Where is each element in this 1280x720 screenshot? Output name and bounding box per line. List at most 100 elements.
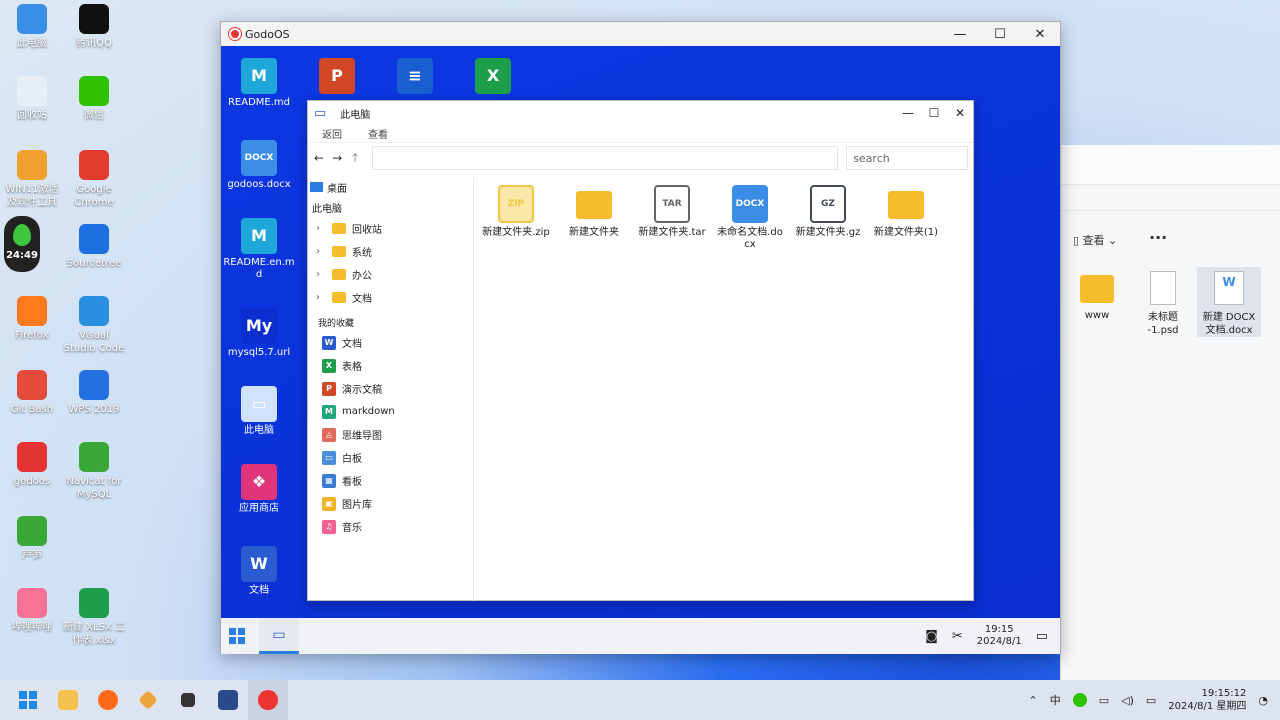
terminal-taskbar-icon[interactable] bbox=[208, 680, 248, 720]
desktop-icon-label: 腾讯QQ bbox=[76, 38, 112, 49]
folder-icon bbox=[332, 223, 346, 234]
file-item-2[interactable]: TAR 新建文件夹.tar bbox=[634, 185, 710, 239]
sidebar-folder-2[interactable]: › 办公 bbox=[308, 263, 473, 286]
explorer-maximize-button[interactable]: ☐ bbox=[921, 106, 947, 120]
favorite-icon: X bbox=[322, 358, 336, 373]
godo-desktop-icon-4[interactable]: DOCX godoos.docx bbox=[223, 140, 295, 191]
back-arrow-icon[interactable]: ← bbox=[314, 151, 324, 165]
chevron-right-icon[interactable]: › bbox=[316, 269, 332, 280]
godo-desktop-icon-6[interactable]: My mysql5.7.url bbox=[223, 308, 295, 359]
app-taskbar-icon[interactable] bbox=[168, 680, 208, 720]
desktop-icon-8[interactable]: Visual Studio Code bbox=[58, 296, 130, 355]
explorer-titlebar[interactable]: ▭ 此电脑 — ☐ ✕ bbox=[308, 101, 973, 125]
godoos-titlebar[interactable]: GodoOS — ☐ ✕ bbox=[221, 22, 1060, 46]
sidebar-folder-1[interactable]: › 系统 bbox=[308, 240, 473, 263]
godo-desktop-icon-5[interactable]: M README.en.m d bbox=[223, 218, 295, 281]
desktop-icon-label: 微信 bbox=[84, 110, 104, 121]
desktop-icon-10[interactable]: WPS 2019 bbox=[58, 370, 130, 416]
godo-icon-label: 应用商店 bbox=[239, 503, 279, 514]
file-item-3[interactable]: DOCX 未命名文档.do cx bbox=[712, 185, 788, 251]
favorite-item-1[interactable]: X 表格 bbox=[308, 354, 473, 377]
folder-icon bbox=[332, 246, 346, 257]
forward-arrow-icon[interactable]: → bbox=[332, 151, 342, 165]
wechat-tray-icon[interactable] bbox=[1072, 693, 1087, 707]
favorite-item-6[interactable]: ▦ 看板 bbox=[308, 469, 473, 492]
favorite-label: 图片库 bbox=[342, 500, 372, 511]
desktop-icon-label: Visual Studio Code bbox=[63, 330, 125, 354]
sidebar-item-desktop[interactable]: 桌面 bbox=[308, 177, 473, 197]
up-arrow-icon[interactable]: ↑ bbox=[350, 151, 360, 165]
godo-desktop-icon-1[interactable]: P bbox=[301, 58, 373, 97]
clock-widget[interactable]: 24:49 bbox=[4, 216, 40, 272]
chevron-right-icon[interactable]: › bbox=[316, 246, 332, 257]
file-item-5[interactable]: 新建文件夹(1) bbox=[868, 185, 944, 239]
scissors-icon[interactable]: ✂ bbox=[952, 629, 963, 644]
sourcetree-icon bbox=[79, 224, 109, 254]
favorite-item-7[interactable]: ▣ 图片库 bbox=[308, 492, 473, 515]
file-item-0[interactable]: ZIP 新建文件夹.zip bbox=[478, 185, 554, 239]
godoos-taskbar-icon[interactable] bbox=[248, 680, 288, 720]
maximize-button[interactable]: ☐ bbox=[980, 27, 1020, 42]
file-item-4[interactable]: GZ 新建文件夹.gz bbox=[790, 185, 866, 239]
volume-icon[interactable]: ◁) bbox=[1121, 694, 1134, 707]
network-icon[interactable]: ▭ bbox=[1099, 694, 1109, 707]
sidebar-folder-0[interactable]: › 回收站 bbox=[308, 217, 473, 240]
godo-desktop-icon-2[interactable]: ≡ bbox=[379, 58, 451, 97]
bg-file-www[interactable]: www bbox=[1065, 267, 1129, 322]
windows-start-button[interactable] bbox=[8, 680, 48, 720]
desktop-icon-12[interactable]: Navicat for MySQL bbox=[58, 442, 130, 501]
minimize-button[interactable]: — bbox=[940, 27, 980, 42]
godo-desktop-icon-7[interactable]: ▭ 此电脑 bbox=[223, 386, 295, 437]
explorer-close-button[interactable]: ✕ bbox=[947, 106, 973, 120]
chevron-right-icon[interactable]: › bbox=[316, 292, 332, 303]
notification-bell-icon[interactable]: ◔ bbox=[1258, 694, 1268, 707]
sidebar-item-pc[interactable]: 此电脑 bbox=[308, 197, 473, 217]
menu-view[interactable]: 查看 bbox=[368, 126, 388, 141]
desktop-icon-15[interactable]: 新建 XLSX 工 作表.xlsx bbox=[58, 588, 130, 647]
firefox-taskbar-icon[interactable] bbox=[88, 680, 128, 720]
chevron-up-icon[interactable]: ⌃ bbox=[1029, 694, 1038, 707]
app-icon: W bbox=[241, 546, 277, 582]
desktop-icon-6[interactable]: Sourcetree bbox=[58, 224, 130, 270]
address-bar[interactable] bbox=[372, 146, 839, 170]
godo-desktop-icon-3[interactable]: X bbox=[457, 58, 529, 97]
menu-back[interactable]: 返回 bbox=[322, 126, 342, 141]
start-icon[interactable] bbox=[229, 628, 245, 644]
git-taskbar-icon[interactable] bbox=[128, 680, 168, 720]
desktop-icon-5[interactable]: Google Chrome bbox=[58, 150, 130, 209]
system-clock[interactable]: 19:15:12 2024/8/1 星期四 bbox=[1168, 687, 1246, 713]
favorite-label: 文档 bbox=[342, 339, 362, 350]
desktop-icon-13[interactable]: 芦笋 bbox=[0, 516, 68, 562]
wechat-icon bbox=[79, 76, 109, 106]
desktop-icon-1[interactable]: 腾讯QQ bbox=[58, 4, 130, 50]
more-button[interactable]: ··· bbox=[1149, 228, 1167, 247]
godoos-clock[interactable]: 19:15 2024/8/1 bbox=[977, 624, 1022, 648]
chevron-right-icon[interactable]: › bbox=[316, 223, 332, 234]
favorite-item-0[interactable]: W 文档 bbox=[308, 331, 473, 354]
file-explorer-taskbar-icon[interactable] bbox=[48, 680, 88, 720]
navicat-icon bbox=[79, 442, 109, 472]
favorite-item-4[interactable]: ◬ 思维导图 bbox=[308, 423, 473, 446]
taskbar-computer-icon[interactable]: ▭ bbox=[259, 618, 299, 654]
sidebar-folder-3[interactable]: › 文档 bbox=[308, 286, 473, 309]
godo-desktop-icon-0[interactable]: M README.md bbox=[223, 58, 295, 109]
favorite-item-8[interactable]: ♫ 音乐 bbox=[308, 515, 473, 538]
bg-file-psd[interactable]: 未标题 -1.psd bbox=[1131, 267, 1195, 337]
search-input[interactable]: search bbox=[846, 146, 969, 170]
favorite-item-5[interactable]: ▭ 白板 bbox=[308, 446, 473, 469]
explorer-minimize-button[interactable]: — bbox=[895, 106, 921, 120]
system-tray: ⌃ 中 ▭ ◁) ▭ 19:15:12 2024/8/1 星期四 ◔ bbox=[1029, 687, 1280, 713]
desktop-icon-3[interactable]: 微信 bbox=[58, 76, 130, 122]
ime-indicator[interactable]: 中 bbox=[1050, 692, 1061, 708]
view-menu[interactable]: ▯ 查看 ⌄ bbox=[1073, 232, 1117, 248]
godo-desktop-icon-9[interactable]: W 文档 bbox=[223, 546, 295, 597]
battery-icon[interactable]: ▭ bbox=[1146, 694, 1156, 707]
close-button[interactable]: ✕ bbox=[1020, 27, 1060, 42]
favorite-item-3[interactable]: Mmarkdown bbox=[308, 400, 473, 423]
chat-icon[interactable]: ▭ bbox=[1036, 629, 1048, 644]
screenshot-icon[interactable]: ◙ bbox=[925, 629, 938, 644]
godo-desktop-icon-8[interactable]: ❖ 应用商店 bbox=[223, 464, 295, 515]
bg-file-docx[interactable]: W 新建 DOCX 文档.docx bbox=[1197, 267, 1261, 337]
favorite-item-2[interactable]: P 演示文稿 bbox=[308, 377, 473, 400]
file-item-1[interactable]: 新建文件夹 bbox=[556, 185, 632, 239]
